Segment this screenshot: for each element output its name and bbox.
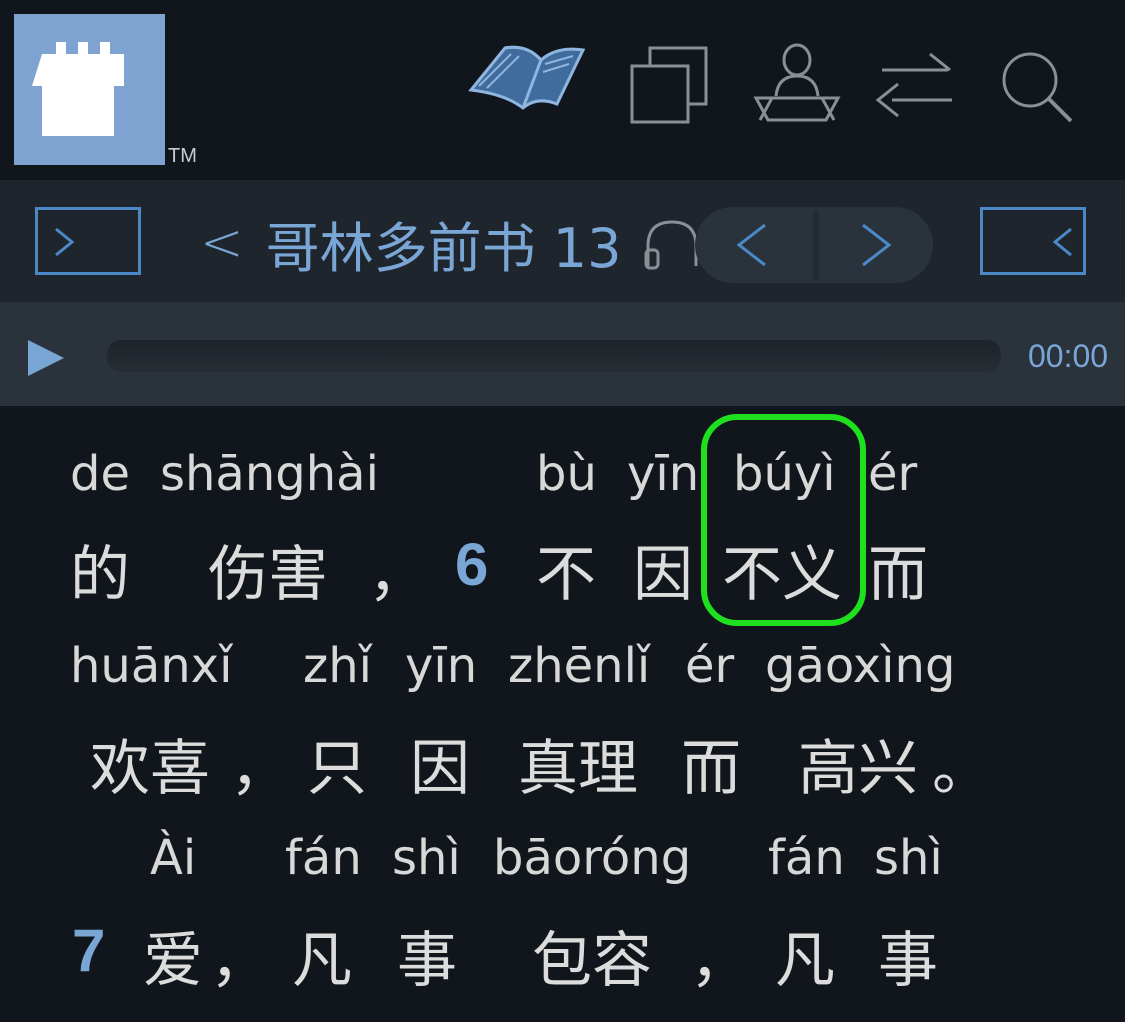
chapter-title: 哥林多前书 13 xyxy=(265,216,622,280)
hanzi-punctuation: 。 xyxy=(932,734,992,804)
swap-icon[interactable] xyxy=(872,48,956,126)
hanzi-word[interactable]: 事 xyxy=(397,912,457,999)
chevron-right-icon xyxy=(862,223,892,267)
search-icon[interactable] xyxy=(998,48,1076,130)
trademark-mark: TM xyxy=(168,145,197,167)
speaker-icon[interactable] xyxy=(752,40,842,130)
hanzi-punctuation: ， xyxy=(210,926,270,996)
passage-text: de shānghài bù yīn búyì ér 的 伤害 ， 6 不 因 … xyxy=(0,406,1125,1022)
play-button[interactable] xyxy=(26,338,66,382)
audio-player: 00:00 xyxy=(0,302,1125,406)
hanzi-word[interactable]: 爱 xyxy=(143,912,203,999)
windows-icon[interactable] xyxy=(628,44,710,130)
headphone-icon[interactable] xyxy=(642,216,702,276)
pinyin-word: zhēnlǐ xyxy=(508,638,651,694)
hanzi-word[interactable]: 凡 xyxy=(775,912,835,999)
hanzi-word[interactable]: 因 xyxy=(410,720,470,807)
top-toolbar: TM xyxy=(0,0,1125,180)
hanzi-word[interactable]: 凡 xyxy=(292,912,352,999)
audio-progress-track[interactable] xyxy=(107,340,1001,372)
audio-time: 00:00 xyxy=(1028,338,1109,374)
castle-tower-icon xyxy=(32,42,124,136)
app-logo[interactable] xyxy=(14,14,165,165)
pinyin-word: bù xyxy=(536,446,597,502)
pinyin-word: yīn xyxy=(405,638,478,694)
hanzi-word[interactable]: 事 xyxy=(878,912,938,999)
hanzi-word[interactable]: 包容 xyxy=(532,912,652,999)
hanzi-punctuation: ， xyxy=(230,734,290,804)
pinyin-word: Ài xyxy=(150,830,197,886)
pinyin-word: huānxǐ xyxy=(70,638,233,694)
chapter-navigation-bar: < 哥林多前书 13 xyxy=(0,180,1125,302)
pinyin-word: ér xyxy=(685,638,735,694)
next-chapter-button[interactable] xyxy=(819,207,933,283)
book-icon[interactable] xyxy=(465,36,587,124)
pinyin-word: gāoxìng xyxy=(765,638,956,694)
play-icon xyxy=(28,340,64,376)
pinyin-word: fán xyxy=(768,830,845,886)
hanzi-word[interactable]: 欢喜 xyxy=(90,720,210,807)
hanzi-word[interactable]: 只 xyxy=(307,720,367,807)
chevron-right-icon xyxy=(55,227,75,257)
hanzi-punctuation: ， xyxy=(368,540,428,610)
chapter-back-icon: < xyxy=(200,213,244,273)
pinyin-word: zhǐ xyxy=(303,638,372,694)
hanzi-word[interactable]: 的 xyxy=(70,526,130,613)
hanzi-word[interactable]: 真理 xyxy=(518,720,638,807)
open-left-panel-button[interactable] xyxy=(35,207,141,275)
pinyin-word: de xyxy=(70,446,130,502)
verse-number[interactable]: 7 xyxy=(72,916,105,985)
hanzi-word[interactable]: 而 xyxy=(868,526,928,613)
pinyin-word: yīn xyxy=(627,446,700,502)
chapter-selector[interactable]: < 哥林多前书 13 xyxy=(200,208,621,280)
hanzi-punctuation: ， xyxy=(690,926,750,996)
pinyin-word: shānghài xyxy=(160,446,379,502)
hanzi-word[interactable]: 高兴 xyxy=(798,720,918,807)
pinyin-word: fán xyxy=(285,830,362,886)
pinyin-word: ér xyxy=(868,446,918,502)
hanzi-word[interactable]: 而 xyxy=(681,720,741,807)
open-right-panel-button[interactable] xyxy=(980,207,1086,275)
pinyin-word: bāoróng xyxy=(493,830,692,886)
hanzi-word[interactable]: 不 xyxy=(536,526,596,613)
chevron-left-icon xyxy=(1052,227,1072,257)
verse-number[interactable]: 6 xyxy=(455,530,488,599)
word-selection-highlight xyxy=(701,414,866,626)
pinyin-word: shì xyxy=(392,830,461,886)
hanzi-word[interactable]: 伤害 xyxy=(208,526,328,613)
previous-chapter-button[interactable] xyxy=(695,207,813,283)
chevron-left-icon xyxy=(736,223,766,267)
chapter-pager xyxy=(695,207,933,283)
pinyin-word: shì xyxy=(874,830,943,886)
hanzi-word[interactable]: 因 xyxy=(633,526,693,613)
